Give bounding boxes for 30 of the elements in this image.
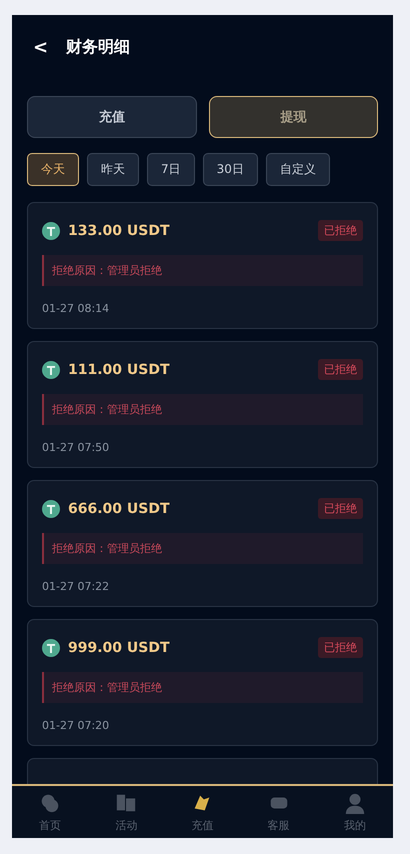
date-filter-chip[interactable]: 自定义	[266, 153, 330, 186]
date-filter-chip[interactable]: 昨天	[87, 153, 139, 186]
status-badge: 已拒绝	[318, 498, 363, 519]
rejection-reason: 拒绝原因：管理员拒绝	[42, 255, 363, 286]
status-badge: 已拒绝	[318, 637, 363, 658]
status-badge: 已拒绝	[318, 359, 363, 380]
record-time: 01-27 08:14	[42, 302, 110, 315]
rejection-reason: 拒绝原因：管理员拒绝	[42, 533, 363, 564]
date-filter-chip[interactable]: 30日	[202, 153, 258, 186]
rejection-reason: 拒绝原因：管理员拒绝	[42, 672, 363, 703]
coin-icon	[42, 638, 60, 656]
user-icon	[344, 792, 366, 814]
page-title: 财务明细	[66, 37, 130, 58]
record-time: 01-27 07:50	[42, 441, 110, 454]
coin-icon	[42, 360, 60, 378]
date-filter-chip[interactable]: 今天	[27, 153, 79, 186]
amount: 111.00 USDT	[68, 362, 170, 378]
date-filter-chip[interactable]: 7日	[147, 153, 195, 186]
coin-icon	[42, 500, 60, 518]
rejection-reason: 拒绝原因：管理员拒绝	[42, 394, 363, 425]
tab[interactable]: 提现	[208, 96, 378, 138]
amount: 666.00 USDT	[68, 500, 170, 516]
record-time: 01-27 07:22	[42, 580, 110, 593]
back-button[interactable]: <	[33, 37, 48, 58]
coin-icon	[42, 222, 60, 240]
tab[interactable]: 充值	[27, 96, 196, 138]
amount: 133.00 USDT	[68, 222, 170, 238]
amount: 999.00 USDT	[68, 640, 170, 656]
record-time: 01-27 07:20	[42, 719, 110, 732]
status-badge: 已拒绝	[318, 220, 363, 241]
